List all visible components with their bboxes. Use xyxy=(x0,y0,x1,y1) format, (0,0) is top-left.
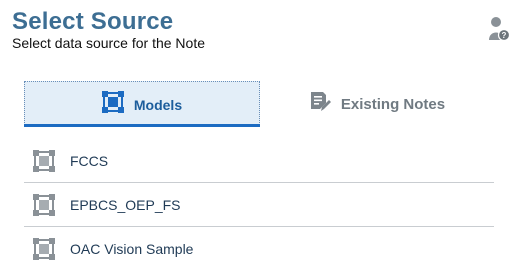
list-item-epbcs-oep-fs[interactable]: EPBCS_OEP_FS xyxy=(24,183,494,227)
source-tabs: Models Existing Notes xyxy=(24,81,494,127)
tab-models-label: Models xyxy=(133,96,183,113)
model-cube-icon xyxy=(33,238,55,260)
list-item-label: OAC Vision Sample xyxy=(70,241,194,257)
model-cube-icon xyxy=(33,149,55,172)
tab-models[interactable]: Models xyxy=(24,81,260,127)
model-list: FCCS EPBCS_OEP_FS OAC Vision Sample xyxy=(24,139,494,265)
page-subtitle: Select data source for the Note xyxy=(12,35,205,51)
tab-existing-notes-label: Existing Notes xyxy=(340,95,446,113)
tab-existing-notes[interactable]: Existing Notes xyxy=(260,81,494,127)
svg-text:?: ? xyxy=(502,31,507,40)
note-edit-icon xyxy=(309,91,331,118)
model-cube-icon xyxy=(101,91,124,118)
model-cube-icon xyxy=(33,193,55,216)
list-item-fccs[interactable]: FCCS xyxy=(24,139,494,183)
list-item-oac-vision-sample[interactable]: OAC Vision Sample xyxy=(24,227,494,265)
page-title: Select Source xyxy=(12,8,174,35)
user-help-icon[interactable]: ? xyxy=(488,16,511,42)
list-item-label: FCCS xyxy=(70,152,109,169)
list-item-label: EPBCS_OEP_FS xyxy=(70,196,181,213)
